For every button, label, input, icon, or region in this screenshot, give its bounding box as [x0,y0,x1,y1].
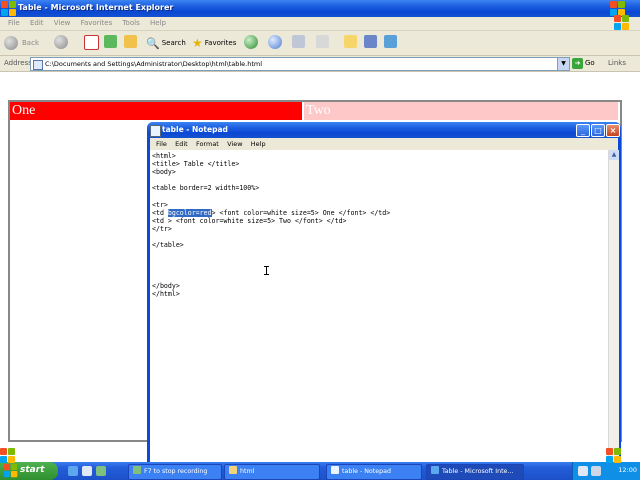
search-label: Search [161,39,186,47]
np-menu-format[interactable]: Format [196,140,219,148]
back-label: Back [22,39,39,47]
menu-edit[interactable]: Edit [30,19,44,27]
menu-help[interactable]: Help [150,19,166,27]
start-button[interactable]: start [0,462,58,480]
task-internet-explorer[interactable]: Table - Microsoft Inte... [426,464,524,480]
go-label: Go [585,59,595,67]
start-label: start [20,465,45,475]
notepad-icon [331,466,339,474]
search-icon: 🔍 [146,36,160,50]
media-icon[interactable] [244,35,258,49]
messenger-icon[interactable] [384,35,397,48]
stop-icon[interactable] [84,35,99,50]
np-menu-edit[interactable]: Edit [175,140,188,148]
code-before-selection: <html> <title> Table </title> <body> <ta… [152,152,260,217]
discuss-icon[interactable] [364,35,377,48]
minimize-button[interactable]: _ [576,124,590,137]
scroll-up-icon[interactable]: ▲ [609,150,619,160]
home-icon[interactable] [124,35,137,48]
address-value: C:\Documents and Settings\Administrator\… [45,60,263,68]
edit-icon[interactable] [344,35,357,48]
forward-button[interactable] [54,35,68,49]
volume-icon[interactable] [591,466,601,476]
address-input[interactable]: C:\Documents and Settings\Administrator\… [30,57,570,71]
selected-text: bgcolor=red [167,208,212,217]
task-html-folder[interactable]: html [224,464,320,480]
windows-logo-icon [0,448,16,464]
windows-logo-icon [3,463,18,478]
ie-toolbar: Back 🔍 Search ★ Favorites [0,31,640,56]
page-icon [33,60,43,70]
task-notepad[interactable]: table - Notepad [326,464,422,480]
np-menu-help[interactable]: Help [251,140,266,148]
recorder-icon [133,466,141,474]
np-menu-file[interactable]: File [156,140,167,148]
print-icon[interactable] [316,35,329,48]
back-button[interactable]: Back [4,35,39,51]
clock: 12:00 [618,466,637,474]
cell-two-text: Two [306,103,331,118]
back-arrow-icon [4,36,18,50]
star-icon: ★ [192,36,203,50]
network-icon[interactable] [578,466,588,476]
text-cursor-icon [264,266,269,275]
address-label: Address [4,59,32,67]
history-icon[interactable] [268,35,282,49]
favorites-button[interactable]: ★ Favorites [192,35,236,51]
ie-title-bar[interactable]: Table - Microsoft Internet Explorer [0,0,640,17]
maximize-button[interactable]: □ [591,124,605,137]
notepad-window: table - Notepad _ □ × File Edit Format V… [147,122,621,462]
vertical-scrollbar[interactable]: ▲ [608,150,619,462]
notepad-menu-bar: File Edit Format View Help [150,138,618,150]
chevron-down-icon[interactable]: ▼ [557,58,569,70]
ie-icon [431,466,439,474]
mail-icon[interactable] [292,35,305,48]
system-tray: 12:00 [572,462,640,480]
media-quicklaunch-icon[interactable] [96,466,106,476]
source-code: <html> <title> Table </title> <body> <ta… [152,152,390,298]
np-menu-view[interactable]: View [227,140,242,148]
table-cell-two: Two [304,102,618,120]
code-after-selection: > <font color=white size=5> One </font> … [152,208,391,298]
menu-tools[interactable]: Tools [122,19,139,27]
task-label: F7 to stop recording [144,468,208,475]
notepad-title-bar[interactable]: table - Notepad _ □ × [147,122,621,138]
refresh-icon[interactable] [104,35,117,48]
windows-logo-icon [606,448,622,464]
folder-icon [229,466,237,474]
notepad-title: table - Notepad [162,125,228,134]
go-button[interactable]: ➜ Go [572,57,595,69]
close-button[interactable]: × [606,124,620,137]
ie-menu-bar: File Edit View Favorites Tools Help [0,15,640,31]
notepad-text-area[interactable]: <html> <title> Table </title> <body> <ta… [150,150,608,462]
favorites-label: Favorites [204,39,237,47]
task-label: html [240,468,255,475]
taskbar: start F7 to stop recording html table - … [0,448,640,480]
windows-throbber-icon [614,15,630,31]
table-cell-one: One [10,102,302,120]
go-arrow-icon: ➜ [572,57,583,69]
cell-one-text: One [12,103,36,118]
search-button[interactable]: 🔍 Search [146,35,186,51]
links-label[interactable]: Links [608,59,626,67]
task-recorder[interactable]: F7 to stop recording [128,464,222,480]
ie-title: Table - Microsoft Internet Explorer [18,3,174,12]
desktop-quicklaunch-icon[interactable] [82,466,92,476]
menu-view[interactable]: View [54,19,71,27]
notepad-icon [150,125,161,137]
windows-logo-icon [1,1,17,17]
menu-file[interactable]: File [8,19,20,27]
menu-favorites[interactable]: Favorites [81,19,113,27]
ie-quicklaunch-icon[interactable] [68,466,78,476]
task-label: Table - Microsoft Inte... [442,468,514,475]
task-label: table - Notepad [342,468,391,475]
